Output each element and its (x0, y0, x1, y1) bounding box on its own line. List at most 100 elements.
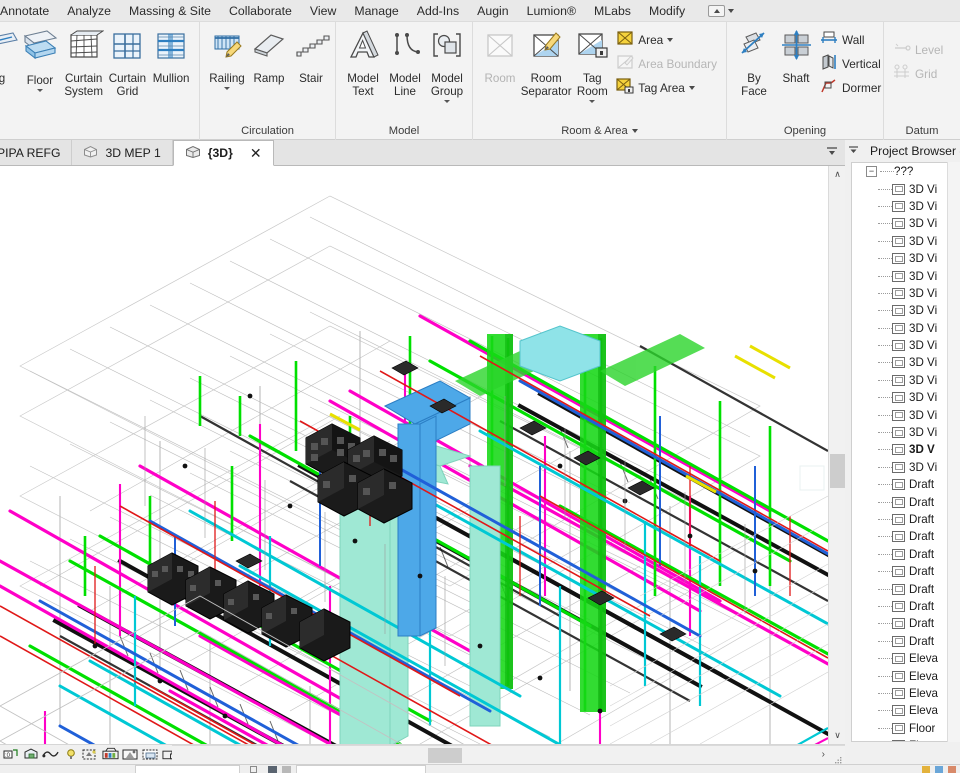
ribbon-tab-lumion[interactable]: Lumion® (518, 0, 585, 22)
tree-item-elevation-view[interactable]: Eleva (852, 702, 960, 719)
tray-icon[interactable] (935, 766, 943, 773)
shadows-icon[interactable] (82, 747, 99, 762)
room-button[interactable]: Room (479, 26, 521, 86)
canvas-horizontal-scrollbar[interactable]: › (172, 745, 845, 764)
ribbon-tab-analyze[interactable]: Analyze (58, 0, 120, 22)
scale-icon[interactable]: :0 (2, 747, 19, 762)
ribbon-tab-add-ins[interactable]: Add-Ins (408, 0, 468, 22)
chevron-down-icon[interactable] (688, 86, 695, 90)
ribbon-tab-manage[interactable]: Manage (345, 0, 407, 22)
taskbar-window-button[interactable] (296, 765, 426, 773)
by-face-button[interactable]: By Face (733, 26, 775, 99)
scroll-down-button[interactable]: ∨ (829, 727, 845, 744)
expander-icon[interactable]: − (866, 166, 877, 178)
tree-item-3d-view[interactable]: 3D Vi (852, 250, 960, 267)
mullion-button[interactable]: Mullion (149, 26, 193, 86)
taskbar-app-icon[interactable] (268, 766, 277, 773)
model-text-button[interactable]: Model Text (342, 26, 384, 99)
view-tab-pipa-refg[interactable]: PIPA REFG (0, 140, 73, 165)
tree-item-elevation-view[interactable]: Eleva (852, 685, 960, 702)
grid-button[interactable]: Grid (890, 62, 946, 86)
floor-button[interactable]: Floor (18, 26, 62, 93)
level-button[interactable]: Level (890, 38, 946, 62)
taskbar-task-view-icon[interactable] (250, 766, 257, 773)
resize-grip-icon[interactable] (835, 752, 842, 764)
shaft-button[interactable]: Shaft (775, 26, 817, 86)
tree-item-drafting-view[interactable]: Draft (852, 493, 960, 510)
chevron-down-icon[interactable] (667, 38, 674, 42)
tree-item-floor-plan-view[interactable]: Floor (852, 737, 960, 741)
model-group-button[interactable]: Model Group (426, 26, 468, 104)
tree-item-3d-view[interactable]: 3D Vi (852, 267, 960, 284)
tree-item-3d-view[interactable]: 3D Vi (852, 215, 960, 232)
tab-list-icon[interactable] (825, 144, 839, 163)
detail-level-icon[interactable] (22, 747, 39, 762)
tree-item-drafting-view[interactable]: Draft (852, 511, 960, 528)
tray-icon[interactable] (948, 766, 956, 773)
room-separator-button[interactable]: Room Separator (521, 26, 572, 99)
tree-item-elevation-view[interactable]: Eleva (852, 667, 960, 684)
chevron-down-icon[interactable] (224, 87, 230, 90)
tree-root-node[interactable]: − ??? (852, 163, 960, 180)
drawing-area[interactable]: ∧ ∨ (0, 166, 845, 744)
chevron-down-icon[interactable] (36, 89, 43, 92)
tree-item-floor-plan-view[interactable]: Floor (852, 720, 960, 737)
scroll-right-button[interactable]: › (822, 748, 825, 762)
curtain-grid-button[interactable]: Curtain Grid (106, 26, 150, 99)
close-icon[interactable]: ✕ (250, 145, 262, 162)
wall-opening-button[interactable]: Wall (817, 28, 884, 52)
view-tab-3d-mep-1[interactable]: 3D MEP 1 (72, 140, 173, 165)
tree-item-3d-view[interactable]: 3D Vi (852, 459, 960, 476)
curtain-system-button[interactable]: Curtain System (62, 26, 106, 99)
area-button[interactable]: Area (613, 28, 720, 52)
view-tab-3d-active[interactable]: {3D} ✕ (172, 140, 274, 166)
tree-item-3d-view[interactable]: 3D Vi (852, 406, 960, 423)
tree-item-drafting-view[interactable]: Draft (852, 615, 960, 632)
ribbon-tab-modify[interactable]: Modify (640, 0, 694, 22)
tree-item-3d-view[interactable]: 3D Vi (852, 233, 960, 250)
ramp-button[interactable]: Ramp (248, 26, 290, 86)
tree-item-drafting-view[interactable]: Draft (852, 546, 960, 563)
ribbon-collapse-control[interactable] (708, 4, 735, 17)
taskbar-app-icon[interactable] (282, 766, 291, 773)
model-line-button[interactable]: Model Line (384, 26, 426, 99)
chevron-down-icon[interactable] (631, 128, 638, 133)
revit-3d-view[interactable] (0, 166, 828, 744)
tree-item-3d-view[interactable]: 3D Vi (852, 424, 960, 441)
chevron-down-icon[interactable] (444, 100, 450, 103)
sun-path-icon[interactable] (62, 747, 79, 762)
tree-item-3d-view[interactable]: 3D Vi (852, 337, 960, 354)
tree-item-3d-view[interactable]: 3D Vi (852, 372, 960, 389)
tag-area-button[interactable]: Tag Area (613, 76, 720, 100)
tree-item-drafting-view[interactable]: Draft (852, 476, 960, 493)
panel-toggle-icon[interactable] (708, 4, 726, 17)
ribbon-tab-collaborate[interactable]: Collaborate (220, 0, 301, 22)
render-dialog-icon[interactable] (102, 747, 119, 762)
chevron-down-icon[interactable] (728, 8, 735, 13)
tree-item-3d-view[interactable]: 3D Vi (852, 354, 960, 371)
ribbon-tab-view[interactable]: View (301, 0, 345, 22)
canvas-vertical-scrollbar[interactable]: ∧ ∨ (828, 166, 845, 744)
tag-room-button[interactable]: Tag Room (571, 26, 613, 104)
ribbon-tab-augin[interactable]: Augin (468, 0, 517, 22)
tree-item-drafting-view[interactable]: Draft (852, 563, 960, 580)
show-crop-region-icon[interactable] (142, 747, 159, 762)
scrollbar-thumb[interactable] (830, 454, 845, 488)
tree-item-3d-view[interactable]: 3D Vi (852, 302, 960, 319)
tree-item-elevation-view[interactable]: Eleva (852, 650, 960, 667)
scrollbar-thumb[interactable] (428, 748, 462, 763)
tree-item-drafting-view[interactable]: Draft (852, 580, 960, 597)
tree-item-drafting-view[interactable]: Draft (852, 598, 960, 615)
ribbon-tab-annotate[interactable]: Annotate (0, 0, 58, 22)
tree-item-3d-view[interactable]: 3D Vi (852, 320, 960, 337)
room-area-panel-title[interactable]: Room & Area (473, 121, 726, 140)
tree-item-3d-view[interactable]: 3D Vi (852, 198, 960, 215)
tree-item-drafting-view[interactable]: Draft (852, 528, 960, 545)
chevron-down-icon[interactable] (589, 100, 596, 103)
tree-item-drafting-view[interactable]: Draft (852, 633, 960, 650)
tree-item-3d-view[interactable]: 3D Vi (852, 180, 960, 197)
scroll-up-button[interactable]: ∧ (829, 166, 845, 183)
railing-button[interactable]: Railing (206, 26, 248, 91)
browser-vertical-scrollbar[interactable] (947, 162, 960, 742)
tree-item-3d-view[interactable]: 3D V (852, 441, 960, 458)
